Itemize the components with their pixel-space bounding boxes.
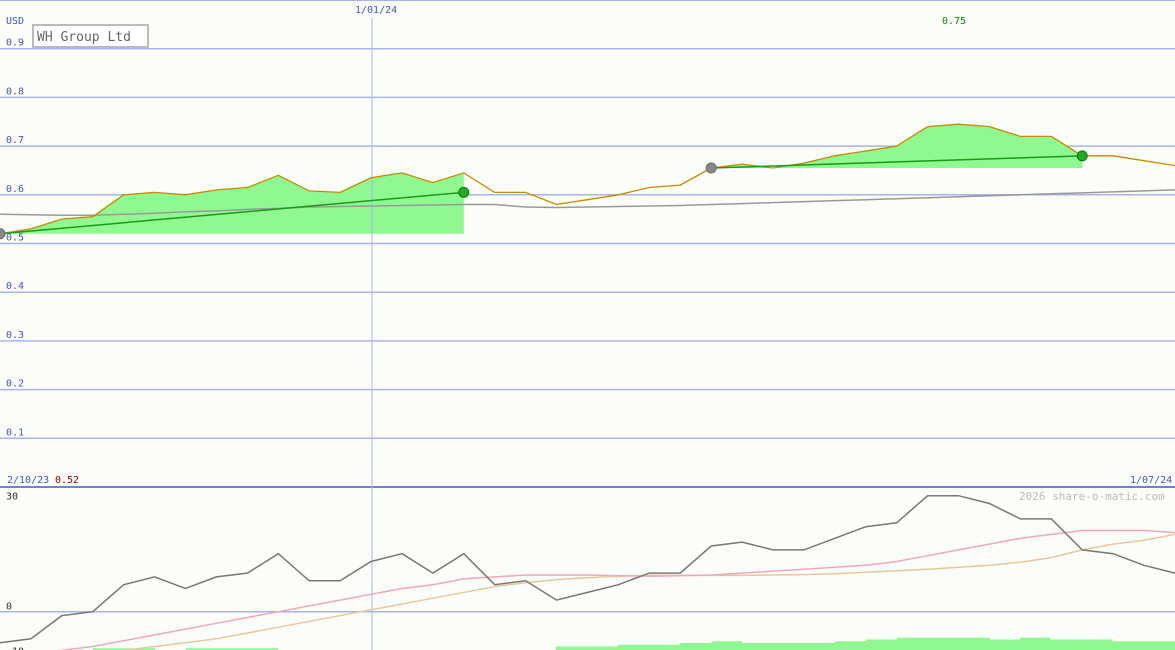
price-y-tick-label: 0.5 [6, 233, 24, 244]
histogram-bar [712, 641, 742, 650]
chart-canvas: 0.1 0.2 0.3 0.4 0.5 0.6 0.7 0.8 0.9 30 0 -10 WH Gro… [0, 0, 1175, 650]
price-y-tick-label: 0.9 [6, 38, 24, 49]
price-y-tick-label: 0.7 [6, 135, 24, 146]
watermark: 2026 share-o-matic.com [1019, 490, 1165, 503]
end-date-label: 1/07/24 [1130, 475, 1172, 486]
histogram-bar [618, 644, 680, 650]
price-y-tick-label: 0.8 [6, 86, 24, 97]
histogram-bar [1112, 641, 1175, 650]
start-date-label: 2/10/23 [7, 475, 49, 486]
indicator-y-tick-label: 0 [6, 602, 12, 613]
price-y-tick-label: 0.4 [6, 281, 24, 292]
stock-chart: 0.1 0.2 0.3 0.4 0.5 0.6 0.7 0.8 0.9 30 0 -10 WH Gro… [0, 0, 1175, 650]
rise-start-marker [705, 162, 717, 174]
indicator-y-tick-label: 30 [6, 492, 18, 503]
histogram-bar [1020, 637, 1050, 650]
histogram-bar [742, 643, 835, 650]
price-y-tick-label: 0.1 [6, 427, 24, 438]
price-y-tick-label: 0.3 [6, 330, 24, 341]
high-value-label: 0.75 [942, 16, 966, 27]
histogram-bar [866, 639, 897, 650]
histogram-bar [835, 641, 866, 650]
chart-title: WH Group Ltd [37, 30, 131, 45]
histogram-bar [897, 637, 990, 650]
y-axis-unit-label: USD [6, 16, 24, 27]
histogram-bar [990, 639, 1020, 650]
price-y-tick-label: 0.6 [6, 184, 24, 195]
rise-end-marker [1076, 150, 1088, 162]
histogram-bar [556, 646, 618, 650]
price-y-tick-label: 0.2 [6, 379, 24, 390]
first-value-label: 0.52 [55, 475, 79, 486]
histogram-bar [680, 643, 712, 650]
histogram-bar [1050, 639, 1112, 650]
indicator-y-tick-label: -10 [6, 646, 24, 650]
date-marker-label: 1/01/24 [355, 5, 397, 16]
rise-end-marker [458, 186, 470, 198]
